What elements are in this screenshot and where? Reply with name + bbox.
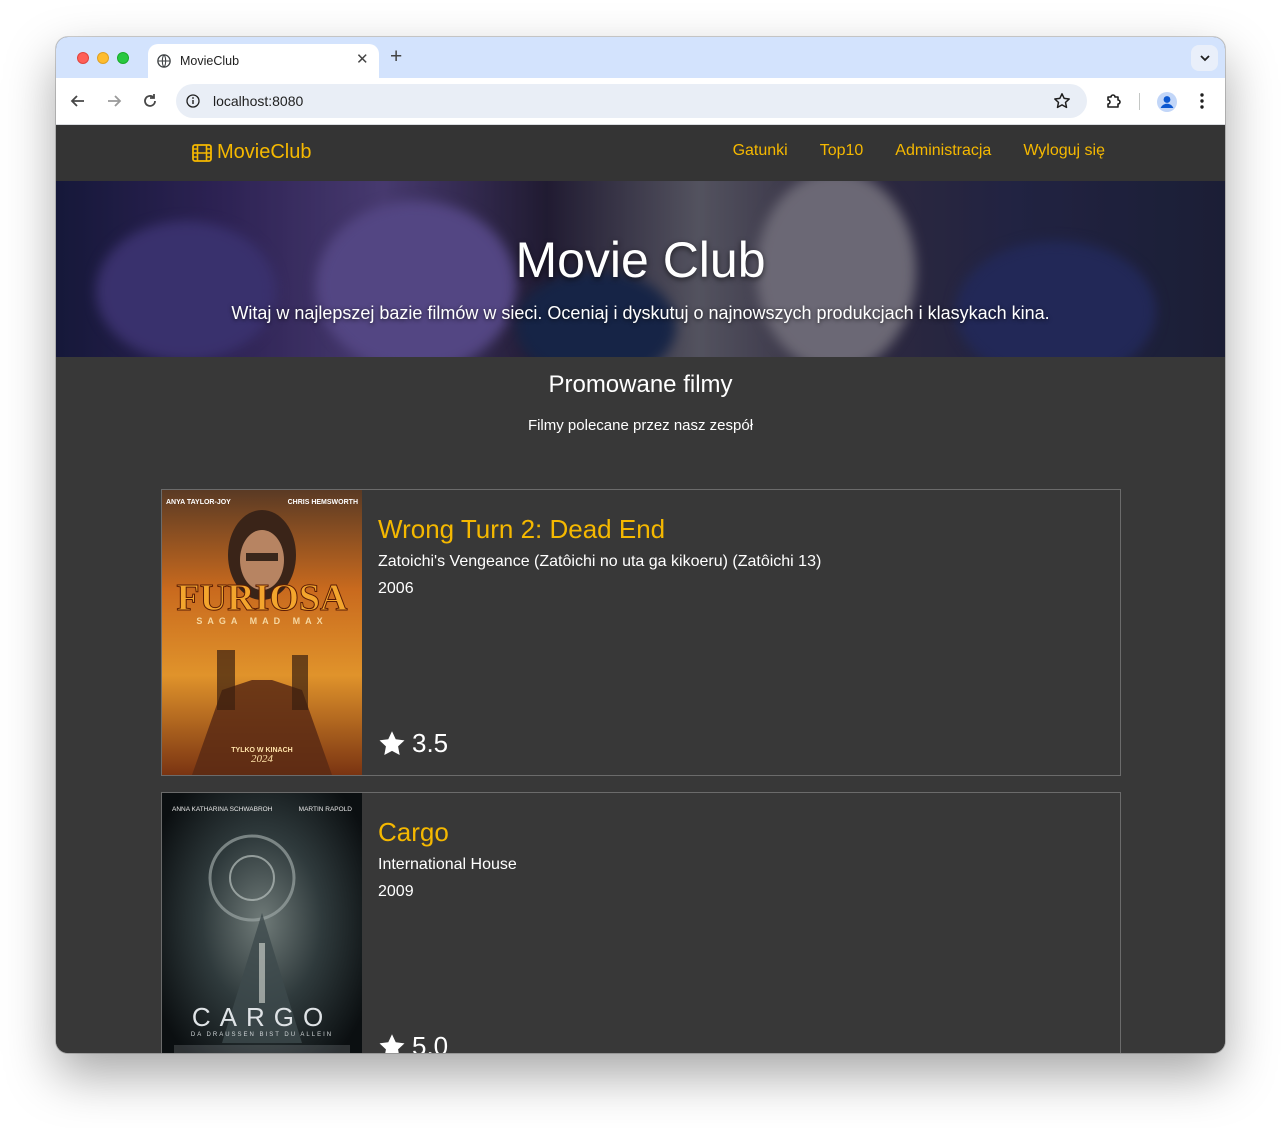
toolbar-separator — [1139, 93, 1140, 110]
browser-window: MovieClub ✕ + localhost:8080 MovieClub G… — [56, 37, 1225, 1053]
film-icon — [192, 143, 212, 162]
close-tab-icon[interactable]: ✕ — [356, 52, 369, 68]
brand-text: MovieClub — [217, 141, 312, 163]
url-text[interactable]: localhost:8080 — [213, 93, 303, 109]
movie-card[interactable]: ANNA KATHARINA SCHWABROH MARTIN RAPOLD C… — [161, 792, 1121, 1053]
hero-title: Movie Club — [515, 232, 766, 288]
movie-title-link[interactable]: Wrong Turn 2: Dead End — [378, 514, 665, 545]
poster-image: ANYA TAYLOR-JOY CHRIS HEMSWORTH FURIOSA … — [162, 490, 362, 775]
poster-date-text: 2024 — [251, 753, 274, 765]
site-info-icon[interactable] — [186, 94, 200, 108]
movie-poster[interactable]: ANNA KATHARINA SCHWABROH MARTIN RAPOLD C… — [162, 793, 362, 1053]
nav-link-logout[interactable]: Wyloguj się — [1023, 142, 1105, 160]
extensions-icon[interactable] — [1104, 91, 1124, 111]
movie-original-title: Zatoichi's Vengeance (Zatôichi no uta ga… — [378, 553, 822, 570]
hero-subtitle: Witaj w najlepszej bazie filmów w sieci.… — [231, 303, 1050, 323]
brand-link[interactable]: MovieClub — [192, 141, 311, 164]
poster-main-title: CARGO — [192, 1002, 332, 1032]
nav-link-top10[interactable]: Top10 — [820, 142, 864, 160]
movie-title-link[interactable]: Cargo — [378, 817, 449, 848]
nav-links: Gatunki Top10 Administracja Wyloguj się — [733, 142, 1105, 160]
profile-avatar-icon[interactable] — [1156, 91, 1178, 113]
tab-search-button[interactable] — [1191, 45, 1218, 71]
movie-year: 2009 — [378, 883, 414, 900]
nav-link-admin[interactable]: Administracja — [895, 142, 991, 160]
poster-top-left-text: ANNA KATHARINA SCHWABROH — [172, 806, 273, 813]
nav-link-genres[interactable]: Gatunki — [733, 142, 788, 160]
globe-icon — [157, 54, 171, 68]
bookmark-star-icon[interactable] — [1053, 92, 1071, 110]
poster-main-title: FURIOSA — [176, 577, 348, 619]
star-icon — [379, 1034, 405, 1053]
tab-title: MovieClub — [180, 54, 240, 68]
poster-saga-text: SAGA MAD MAX — [196, 616, 327, 626]
movie-rating: 3.5 — [378, 728, 448, 759]
browser-tab[interactable]: MovieClub ✕ — [148, 44, 379, 78]
tab-bar: MovieClub ✕ + — [56, 37, 1225, 78]
section-title: Promowane filmy — [548, 371, 733, 398]
movie-poster[interactable]: ANYA TAYLOR-JOY CHRIS HEMSWORTH FURIOSA … — [162, 490, 362, 775]
movie-rating-value: 5.0 — [412, 1031, 449, 1053]
hero-banner: Movie Club Witaj w najlepszej bazie film… — [56, 181, 1225, 357]
address-bar[interactable]: localhost:8080 — [176, 84, 1087, 118]
movie-rating-value: 3.5 — [412, 728, 449, 758]
maximize-window-button[interactable] — [117, 52, 129, 64]
poster-top-right-text: CHRIS HEMSWORTH — [288, 499, 358, 506]
poster-image: ANNA KATHARINA SCHWABROH MARTIN RAPOLD C… — [162, 793, 362, 1053]
forward-arrow-icon[interactable] — [105, 92, 123, 110]
site-navbar: MovieClub Gatunki Top10 Administracja Wy… — [56, 125, 1225, 181]
close-window-button[interactable] — [77, 52, 89, 64]
new-tab-icon[interactable]: + — [390, 46, 402, 68]
browser-toolbar: localhost:8080 — [56, 78, 1225, 125]
star-icon — [379, 731, 405, 756]
more-menu-icon[interactable] — [1196, 91, 1208, 111]
movie-original-title: International House — [378, 856, 517, 873]
back-arrow-icon[interactable] — [69, 92, 87, 110]
chevron-down-icon — [1199, 55, 1210, 62]
poster-tagline-text: DA DRAUSSEN BIST DU ALLEIN — [191, 1032, 333, 1038]
movie-rating: 5.0 — [378, 1031, 448, 1053]
reload-icon[interactable] — [141, 92, 159, 110]
poster-top-right-text: MARTIN RAPOLD — [299, 806, 353, 813]
minimize-window-button[interactable] — [97, 52, 109, 64]
movie-card[interactable]: ANYA TAYLOR-JOY CHRIS HEMSWORTH FURIOSA … — [161, 489, 1121, 776]
poster-top-left-text: ANYA TAYLOR-JOY — [166, 499, 231, 506]
movie-year: 2006 — [378, 580, 414, 597]
section-subtitle: Filmy polecane przez nasz zespół — [527, 417, 754, 434]
page-content: MovieClub Gatunki Top10 Administracja Wy… — [56, 125, 1225, 1053]
